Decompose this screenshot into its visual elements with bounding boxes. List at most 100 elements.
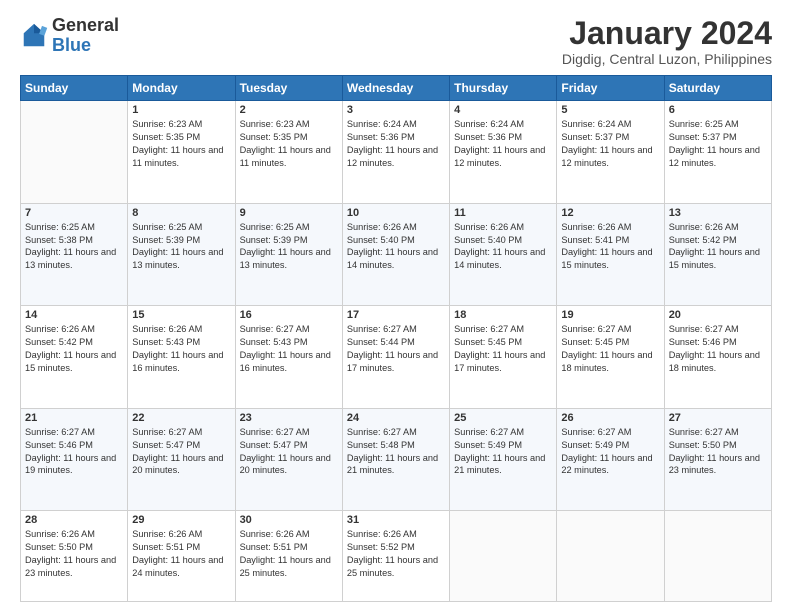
day-number: 15 xyxy=(132,309,230,321)
weekday-header-tuesday: Tuesday xyxy=(235,76,342,101)
main-title: January 2024 xyxy=(562,16,772,51)
day-number: 22 xyxy=(132,412,230,424)
day-number: 5 xyxy=(561,104,659,116)
calendar-cell: 9 Sunrise: 6:25 AMSunset: 5:39 PMDaylight… xyxy=(235,203,342,306)
calendar-cell: 19 Sunrise: 6:27 AMSunset: 5:45 PMDayligh… xyxy=(557,306,664,409)
day-number: 4 xyxy=(454,104,552,116)
day-number: 3 xyxy=(347,104,445,116)
calendar-cell: 5 Sunrise: 6:24 AMSunset: 5:37 PMDaylight… xyxy=(557,101,664,204)
calendar-cell: 29 Sunrise: 6:26 AMSunset: 5:51 PMDayligh… xyxy=(128,511,235,602)
cell-info: Sunrise: 6:27 AMSunset: 5:45 PMDaylight:… xyxy=(561,323,659,375)
day-number: 1 xyxy=(132,104,230,116)
calendar-cell: 14Sunrise: 6:26 AMSunset: 5:42 PMDayligh… xyxy=(21,306,128,409)
calendar-cell xyxy=(21,101,128,204)
calendar-cell: 20 Sunrise: 6:27 AMSunset: 5:46 PMDayligh… xyxy=(664,306,771,409)
calendar-cell xyxy=(557,511,664,602)
cell-info: Sunrise: 6:26 AMSunset: 5:50 PMDaylight:… xyxy=(25,528,123,580)
weekday-header-row: SundayMondayTuesdayWednesdayThursdayFrid… xyxy=(21,76,772,101)
cell-info: Sunrise: 6:27 AMSunset: 5:50 PMDaylight:… xyxy=(669,426,767,478)
calendar-cell xyxy=(450,511,557,602)
weekday-header-saturday: Saturday xyxy=(664,76,771,101)
day-number: 13 xyxy=(669,207,767,219)
calendar-cell: 16 Sunrise: 6:27 AMSunset: 5:43 PMDayligh… xyxy=(235,306,342,409)
calendar-cell xyxy=(664,511,771,602)
day-number: 11 xyxy=(454,207,552,219)
weekday-header-monday: Monday xyxy=(128,76,235,101)
day-number: 31 xyxy=(347,514,445,526)
cell-info: Sunrise: 6:27 AMSunset: 5:46 PMDaylight:… xyxy=(25,426,123,478)
calendar-cell: 11Sunrise: 6:26 AMSunset: 5:40 PMDayligh… xyxy=(450,203,557,306)
day-number: 28 xyxy=(25,514,123,526)
logo-line2: Blue xyxy=(52,36,119,56)
cell-info: Sunrise: 6:27 AMSunset: 5:44 PMDaylight:… xyxy=(347,323,445,375)
calendar-cell: 15 Sunrise: 6:26 AMSunset: 5:43 PMDayligh… xyxy=(128,306,235,409)
day-number: 21 xyxy=(25,412,123,424)
calendar-cell: 27 Sunrise: 6:27 AMSunset: 5:50 PMDayligh… xyxy=(664,408,771,511)
day-number: 26 xyxy=(561,412,659,424)
cell-info: Sunrise: 6:26 AMSunset: 5:51 PMDaylight:… xyxy=(240,528,338,580)
cell-info: Sunrise: 6:25 AMSunset: 5:39 PMDaylight:… xyxy=(132,221,230,273)
day-number: 14 xyxy=(25,309,123,321)
cell-info: Sunrise: 6:25 AMSunset: 5:39 PMDaylight:… xyxy=(240,221,338,273)
day-number: 8 xyxy=(132,207,230,219)
cell-info: Sunrise: 6:24 AMSunset: 5:36 PMDaylight:… xyxy=(454,118,552,170)
day-number: 17 xyxy=(347,309,445,321)
calendar-cell: 21 Sunrise: 6:27 AMSunset: 5:46 PMDayligh… xyxy=(21,408,128,511)
cell-info: Sunrise: 6:24 AMSunset: 5:36 PMDaylight:… xyxy=(347,118,445,170)
cell-info: Sunrise: 6:27 AMSunset: 5:48 PMDaylight:… xyxy=(347,426,445,478)
logo-text: General Blue xyxy=(52,16,119,56)
day-number: 16 xyxy=(240,309,338,321)
calendar-cell: 24 Sunrise: 6:27 AMSunset: 5:48 PMDayligh… xyxy=(342,408,449,511)
day-number: 12 xyxy=(561,207,659,219)
cell-info: Sunrise: 6:27 AMSunset: 5:43 PMDaylight:… xyxy=(240,323,338,375)
cell-info: Sunrise: 6:26 AMSunset: 5:51 PMDaylight:… xyxy=(132,528,230,580)
calendar-cell: 4 Sunrise: 6:24 AMSunset: 5:36 PMDaylight… xyxy=(450,101,557,204)
cell-info: Sunrise: 6:26 AMSunset: 5:40 PMDaylight:… xyxy=(347,221,445,273)
calendar-cell: 8 Sunrise: 6:25 AMSunset: 5:39 PMDaylight… xyxy=(128,203,235,306)
calendar-cell: 7Sunrise: 6:25 AMSunset: 5:38 PMDaylight… xyxy=(21,203,128,306)
day-number: 9 xyxy=(240,207,338,219)
day-number: 27 xyxy=(669,412,767,424)
title-block: January 2024 Digdig, Central Luzon, Phil… xyxy=(562,16,772,67)
cell-info: Sunrise: 6:24 AMSunset: 5:37 PMDaylight:… xyxy=(561,118,659,170)
calendar-table: SundayMondayTuesdayWednesdayThursdayFrid… xyxy=(20,75,772,602)
cell-info: Sunrise: 6:25 AMSunset: 5:37 PMDaylight:… xyxy=(669,118,767,170)
cell-info: Sunrise: 6:26 AMSunset: 5:43 PMDaylight:… xyxy=(132,323,230,375)
cell-info: Sunrise: 6:26 AMSunset: 5:42 PMDaylight:… xyxy=(669,221,767,273)
calendar-cell: 26Sunrise: 6:27 AMSunset: 5:49 PMDayligh… xyxy=(557,408,664,511)
cell-info: Sunrise: 6:23 AMSunset: 5:35 PMDaylight:… xyxy=(240,118,338,170)
day-number: 6 xyxy=(669,104,767,116)
day-number: 30 xyxy=(240,514,338,526)
header: General Blue January 2024 Digdig, Centra… xyxy=(20,16,772,67)
calendar-cell: 10 Sunrise: 6:26 AMSunset: 5:40 PMDayligh… xyxy=(342,203,449,306)
logo-icon xyxy=(20,22,48,50)
day-number: 19 xyxy=(561,309,659,321)
weekday-header-wednesday: Wednesday xyxy=(342,76,449,101)
logo-line1: General xyxy=(52,16,119,36)
page: General Blue January 2024 Digdig, Centra… xyxy=(0,0,792,612)
calendar-cell: 13 Sunrise: 6:26 AMSunset: 5:42 PMDayligh… xyxy=(664,203,771,306)
calendar-week-2: 7Sunrise: 6:25 AMSunset: 5:38 PMDaylight… xyxy=(21,203,772,306)
day-number: 20 xyxy=(669,309,767,321)
cell-info: Sunrise: 6:26 AMSunset: 5:52 PMDaylight:… xyxy=(347,528,445,580)
calendar-week-5: 28 Sunrise: 6:26 AMSunset: 5:50 PMDayligh… xyxy=(21,511,772,602)
calendar-cell: 2Sunrise: 6:23 AMSunset: 5:35 PMDaylight… xyxy=(235,101,342,204)
weekday-header-thursday: Thursday xyxy=(450,76,557,101)
day-number: 29 xyxy=(132,514,230,526)
calendar-week-3: 14Sunrise: 6:26 AMSunset: 5:42 PMDayligh… xyxy=(21,306,772,409)
weekday-header-sunday: Sunday xyxy=(21,76,128,101)
cell-info: Sunrise: 6:27 AMSunset: 5:47 PMDaylight:… xyxy=(132,426,230,478)
cell-info: Sunrise: 6:27 AMSunset: 5:49 PMDaylight:… xyxy=(454,426,552,478)
day-number: 7 xyxy=(25,207,123,219)
day-number: 10 xyxy=(347,207,445,219)
calendar-cell: 17 Sunrise: 6:27 AMSunset: 5:44 PMDayligh… xyxy=(342,306,449,409)
weekday-header-friday: Friday xyxy=(557,76,664,101)
day-number: 23 xyxy=(240,412,338,424)
cell-info: Sunrise: 6:26 AMSunset: 5:41 PMDaylight:… xyxy=(561,221,659,273)
calendar-cell: 6 Sunrise: 6:25 AMSunset: 5:37 PMDaylight… xyxy=(664,101,771,204)
calendar-week-1: 1 Sunrise: 6:23 AMSunset: 5:35 PMDaylight… xyxy=(21,101,772,204)
logo: General Blue xyxy=(20,16,119,56)
day-number: 24 xyxy=(347,412,445,424)
cell-info: Sunrise: 6:27 AMSunset: 5:46 PMDaylight:… xyxy=(669,323,767,375)
calendar-week-4: 21 Sunrise: 6:27 AMSunset: 5:46 PMDayligh… xyxy=(21,408,772,511)
